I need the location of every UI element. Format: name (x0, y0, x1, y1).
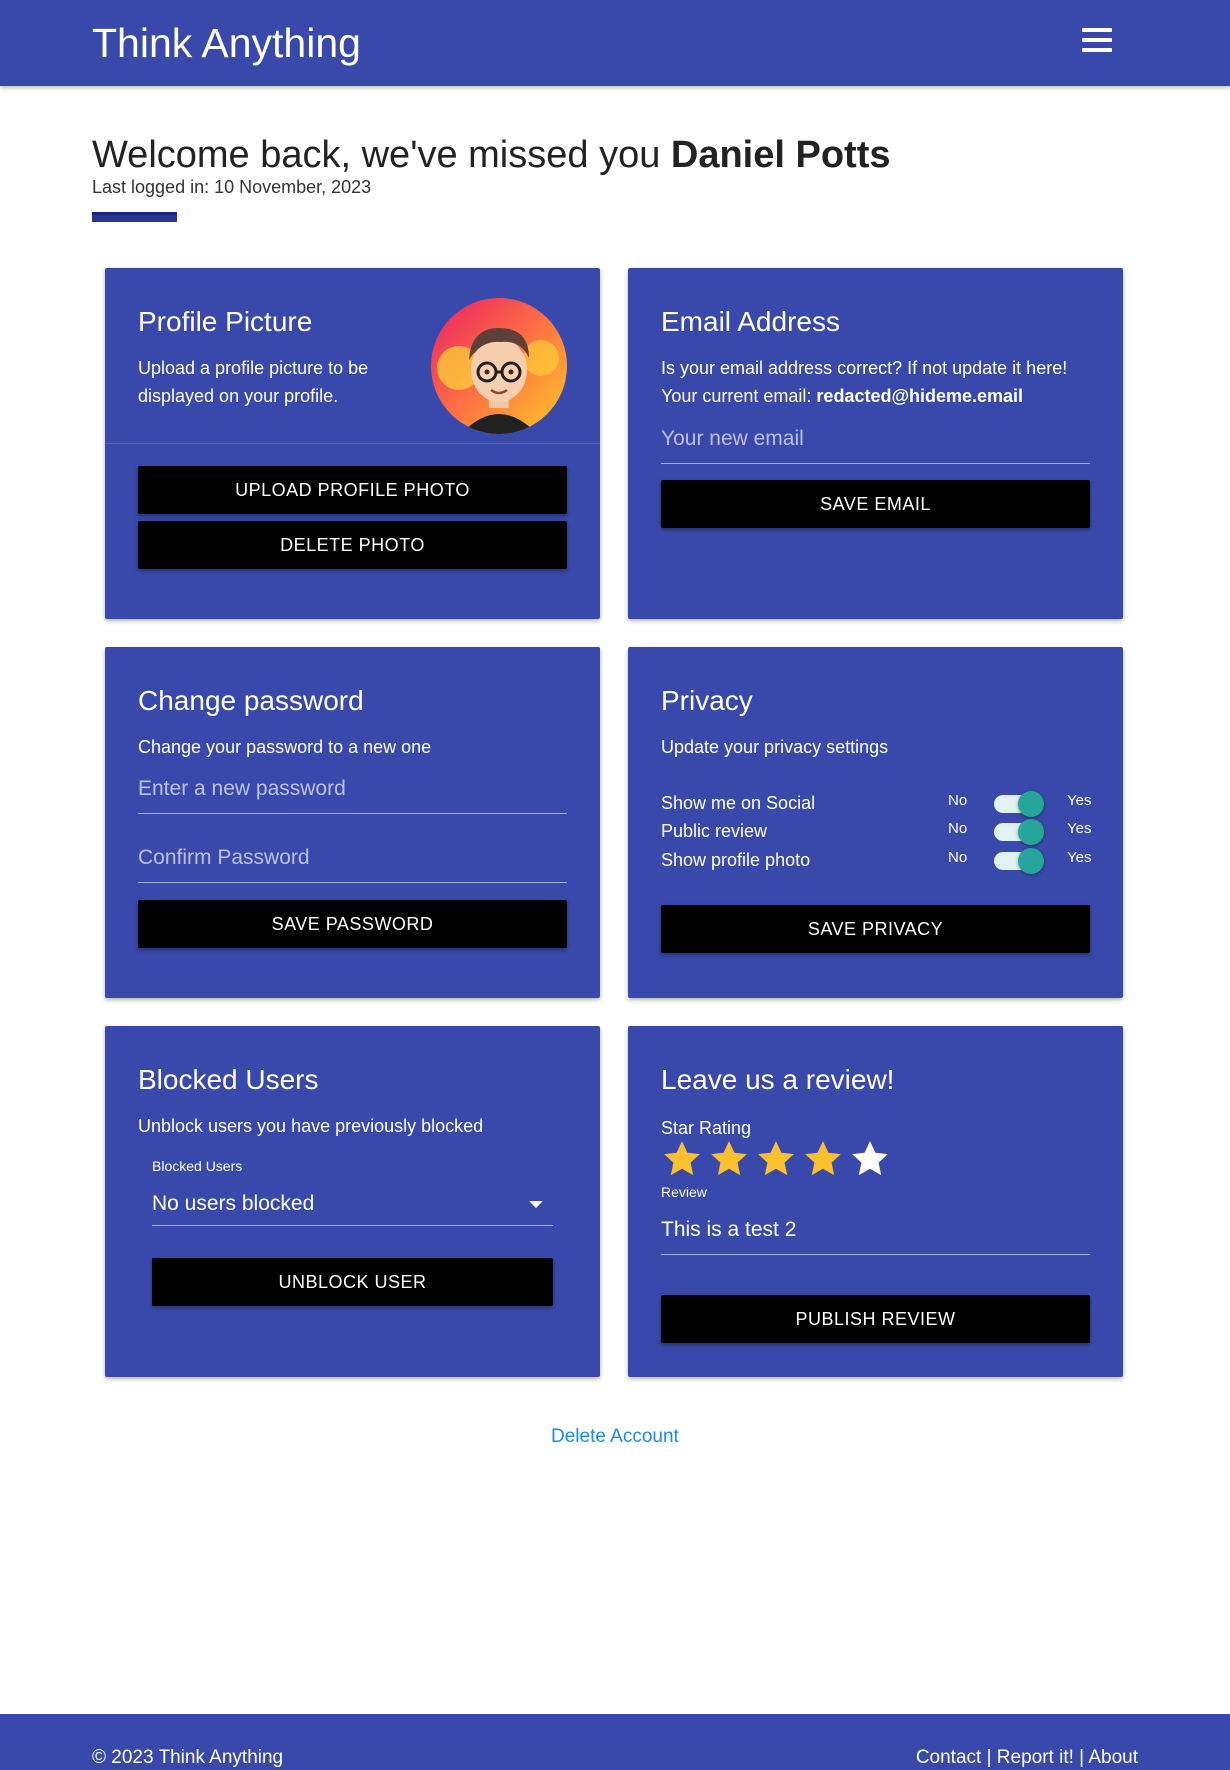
current-email-value: redacted@hideme.email (816, 386, 1024, 406)
unblock-user-button[interactable]: UNBLOCK USER (152, 1258, 553, 1306)
footer-separator: | (986, 1747, 992, 1768)
confirm-password-input[interactable] (138, 842, 567, 882)
review-input[interactable] (661, 1214, 1090, 1254)
blocked-users-select-label: Blocked Users (152, 1158, 243, 1174)
footer-links: Contact | Report it! | About (916, 1747, 1138, 1769)
new-email-input[interactable] (661, 423, 1090, 463)
toggle-knob (1018, 791, 1044, 817)
card-title: Leave us a review! (661, 1064, 895, 1095)
save-password-button[interactable]: SAVE PASSWORD (138, 900, 567, 948)
selected-value: No users blocked (152, 1192, 315, 1215)
card-title: Profile Picture (138, 306, 313, 337)
privacy-row-show-profile-photo: Show profile photo No Yes (661, 848, 1092, 874)
switch-on-label: Yes (1067, 820, 1092, 837)
footer-separator: | (1079, 1747, 1085, 1768)
confirm-password-field (138, 842, 567, 883)
card-title: Privacy (661, 685, 753, 716)
card-title: Change password (138, 685, 364, 716)
toggle-knob (1018, 819, 1044, 845)
star-rating (661, 1138, 896, 1180)
switch-on-label: Yes (1067, 849, 1092, 866)
privacy-label: Show profile photo (661, 850, 811, 870)
star-empty-icon[interactable] (849, 1138, 891, 1180)
privacy-label: Public review (661, 821, 768, 841)
greeting-text: Welcome back, we've missed you (92, 134, 671, 176)
current-email-text: Your current email: redacted@hideme.emai… (661, 382, 1101, 410)
switch-off-label: No (948, 849, 968, 866)
caret-down-icon (529, 1201, 543, 1208)
footer-link-report[interactable]: Report it! (997, 1747, 1074, 1768)
save-email-button[interactable]: SAVE EMAIL (661, 480, 1090, 528)
navbar: Think Anything (0, 0, 1230, 86)
card-divider (105, 443, 600, 444)
footer-link-about[interactable]: About (1088, 1747, 1138, 1768)
card-description: Change your password to a new one (138, 737, 432, 757)
blocked-users-select[interactable]: No users blocked (152, 1184, 553, 1226)
last-logged-text: Last logged in: 10 November, 2023 (92, 177, 372, 197)
switch-off-label: No (948, 820, 968, 837)
delete-photo-button[interactable]: DELETE PHOTO (138, 521, 567, 569)
show-on-social-toggle[interactable] (994, 791, 1044, 817)
star-rating-label: Star Rating (661, 1118, 752, 1138)
show-profile-photo-toggle[interactable] (994, 848, 1044, 874)
page-title: Welcome back, we've missed you Daniel Po… (92, 134, 891, 177)
card-description: Upload a profile picture to be displayed… (138, 358, 369, 406)
blocked-users-card: Blocked Users Unblock users you have pre… (105, 1026, 600, 1377)
card-title: Blocked Users (138, 1064, 319, 1095)
user-name: Daniel Potts (670, 134, 891, 176)
privacy-row-public-review: Public review No Yes (661, 819, 1092, 845)
title-underline (92, 212, 177, 222)
card-description: Update your privacy settings (661, 737, 889, 757)
new-email-field (661, 423, 1090, 464)
brand-logo[interactable]: Think Anything (92, 20, 361, 67)
switch-on-label: Yes (1067, 792, 1092, 809)
email-card: Email Address Is your email address corr… (628, 268, 1123, 619)
footer: © 2023 Think Anything Contact | Report i… (0, 1714, 1230, 1770)
avatar (431, 298, 567, 434)
avatar-image (431, 298, 567, 434)
review-field (661, 1214, 1090, 1255)
card-title: Email Address (661, 306, 840, 337)
profile-picture-card: Profile Picture Upload a profile picture… (105, 268, 600, 619)
copyright-text: © 2023 Think Anything (92, 1747, 284, 1768)
publish-review-button[interactable]: PUBLISH REVIEW (661, 1295, 1090, 1343)
review-card: Leave us a review! Star Rating Review PU… (628, 1026, 1123, 1377)
star-filled-icon[interactable] (755, 1138, 797, 1180)
star-filled-icon[interactable] (708, 1138, 750, 1180)
delete-account-link[interactable]: Delete Account (551, 1426, 679, 1448)
review-label: Review (661, 1184, 707, 1200)
public-review-toggle[interactable] (994, 819, 1044, 845)
upload-photo-button[interactable]: UPLOAD PROFILE PHOTO (138, 466, 567, 514)
privacy-card: Privacy Update your privacy settings Sho… (628, 647, 1123, 998)
new-password-field (138, 773, 567, 814)
current-email-prefix: Your current email: (661, 386, 817, 406)
switch-off-label: No (948, 792, 968, 809)
footer-link-contact[interactable]: Contact (916, 1747, 981, 1768)
star-filled-icon[interactable] (802, 1138, 844, 1180)
new-password-input[interactable] (138, 773, 567, 813)
star-filled-icon[interactable] (661, 1138, 703, 1180)
card-description: Unblock users you have previously blocke… (138, 1116, 484, 1136)
save-privacy-button[interactable]: SAVE PRIVACY (661, 905, 1090, 953)
privacy-label: Show me on Social (661, 793, 816, 813)
password-card: Change password Change your password to … (105, 647, 600, 998)
privacy-row-show-on-social: Show me on Social No Yes (661, 791, 1092, 817)
hamburger-menu-icon[interactable] (1082, 28, 1114, 56)
card-description: Is your email address correct? If not up… (661, 358, 1068, 378)
toggle-knob (1018, 848, 1044, 874)
